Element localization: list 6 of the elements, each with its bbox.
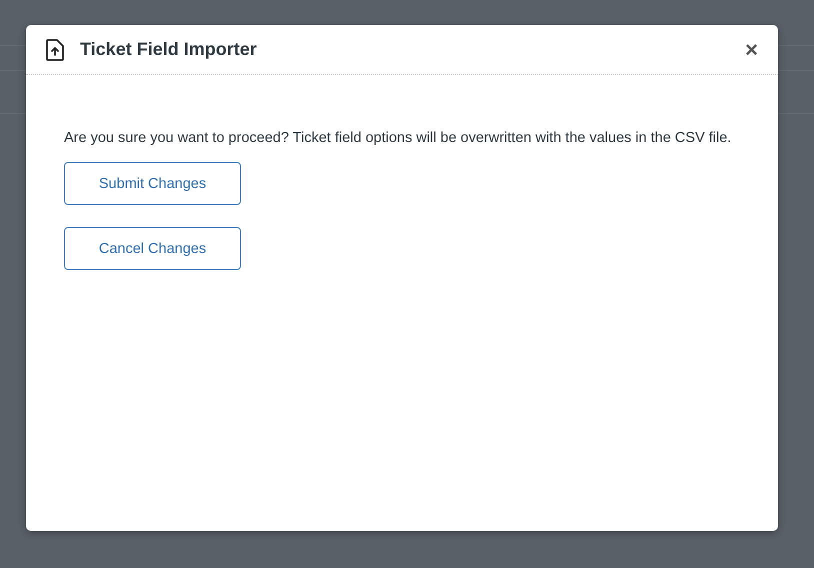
submit-button[interactable]: Submit Changes [64,162,241,205]
close-button[interactable]: × [745,40,758,60]
confirmation-message: Are you sure you want to proceed? Ticket field options will be overwritten with the values in the CSV file. [64,129,732,148]
file-upload-icon [46,38,64,60]
cancel-button[interactable]: Cancel Changes [64,227,241,270]
dialog-title: Ticket Field Importer [80,39,258,60]
